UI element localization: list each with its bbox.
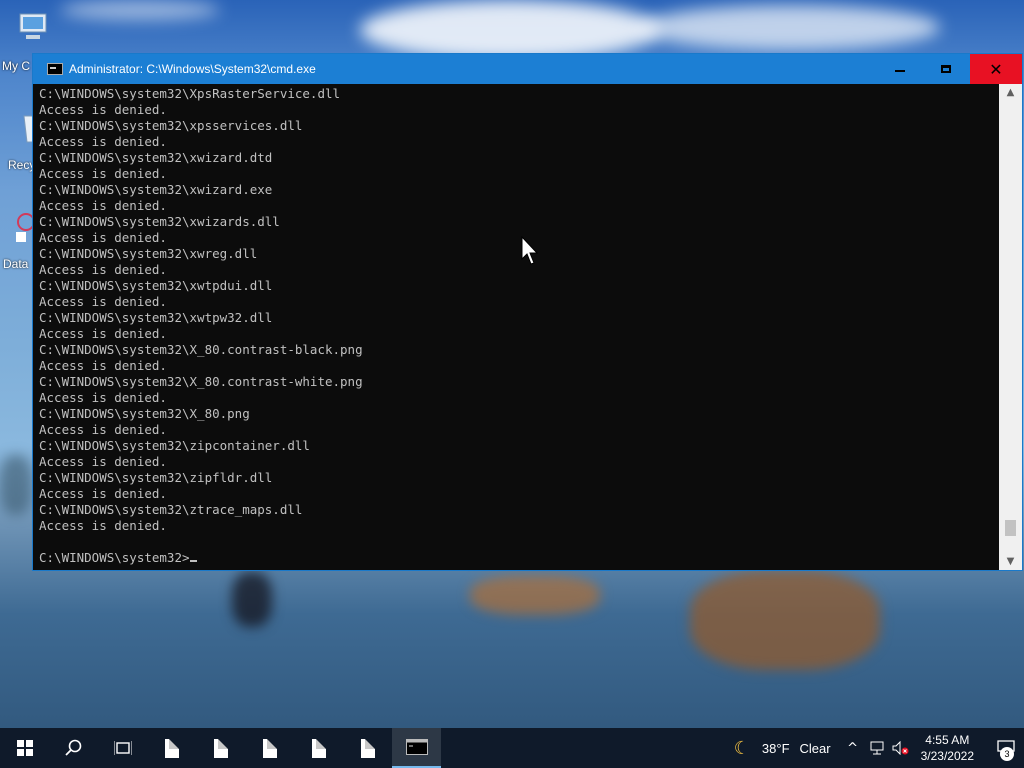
console-line: Access is denied. (39, 294, 167, 309)
console-output[interactable]: C:\WINDOWS\system32\XpsRasterService.dll… (33, 84, 999, 570)
console-line: Access is denied. (39, 486, 167, 501)
windows-start-icon (16, 740, 33, 756)
task-view-button[interactable] (98, 728, 147, 768)
desktop-icon-my-computer[interactable] (14, 10, 54, 50)
weather-condition: Clear (799, 740, 831, 756)
taskbar-file-4[interactable] (294, 728, 343, 768)
file-icon (311, 738, 326, 758)
network-button[interactable] (865, 741, 889, 755)
moon-icon: ☾ (733, 737, 750, 759)
window-titlebar[interactable]: Administrator: C:\Windows\System32\cmd.e… (33, 54, 1022, 84)
taskbar-file-1[interactable] (147, 728, 196, 768)
maximize-icon (941, 65, 951, 73)
taskbar-cmd[interactable] (392, 728, 441, 768)
console-line: Access is denied. (39, 166, 167, 181)
close-button[interactable]: ✕ (970, 54, 1022, 84)
window-title: Administrator: C:\Windows\System32\cmd.e… (69, 62, 316, 76)
console-line: Access is denied. (39, 390, 167, 405)
clock-time: 4:55 AM (925, 733, 970, 747)
chevron-down-icon: ▼ (1006, 556, 1015, 567)
chevron-up-icon: ▲ (1006, 87, 1015, 98)
console-line: C:\WINDOWS\system32\zipcontainer.dll (39, 438, 310, 453)
console-line: Access is denied. (39, 102, 167, 117)
search-button[interactable] (49, 728, 98, 768)
console-line: Access is denied. (39, 134, 167, 149)
show-hidden-icons-button[interactable]: ^ (841, 741, 865, 756)
scroll-up-button[interactable]: ▲ (999, 84, 1022, 101)
cmd-window[interactable]: Administrator: C:\Windows\System32\cmd.e… (32, 53, 1023, 571)
file-icon (360, 738, 375, 758)
file-icon (213, 738, 228, 758)
cmd-icon (405, 739, 428, 755)
console-prompt-line[interactable]: C:\WINDOWS\system32> (39, 550, 999, 566)
start-button[interactable] (0, 728, 49, 768)
console-line: Access is denied. (39, 262, 167, 277)
maximize-button[interactable] (923, 54, 969, 84)
console-line: C:\WINDOWS\system32\ztrace_maps.dll (39, 502, 303, 517)
console-line: Access is denied. (39, 230, 167, 245)
console-line: C:\WINDOWS\system32\XpsRasterService.dll (39, 86, 341, 101)
console-line: Access is denied. (39, 326, 167, 341)
mouse-pointer-icon (521, 236, 539, 265)
scroll-thumb[interactable] (1005, 520, 1016, 536)
console-line: C:\WINDOWS\system32\X_80.png (39, 406, 250, 421)
close-icon: ✕ (989, 59, 1003, 79)
minimize-icon (895, 70, 905, 72)
weather-temperature: 38°F (761, 740, 790, 756)
taskbar: ☾ 38°F Clear ^ 4:55 AM 3/23/2022 3 (0, 728, 1024, 768)
console-line: C:\WINDOWS\system32\xwreg.dll (39, 246, 258, 261)
taskbar-file-5[interactable] (343, 728, 392, 768)
console-line: Access is denied. (39, 422, 167, 437)
vertical-scrollbar[interactable]: ▲ ▼ (999, 84, 1022, 570)
taskbar-file-3[interactable] (245, 728, 294, 768)
console-line: Access is denied. (39, 518, 167, 533)
system-tray: ☾ 38°F Clear ^ 4:55 AM 3/23/2022 3 (734, 728, 1024, 768)
chevron-up-icon: ^ (847, 740, 859, 756)
console-line: Access is denied. (39, 198, 167, 213)
console-line: C:\WINDOWS\system32\xwizards.dll (39, 214, 280, 229)
console-line: Access is denied. (39, 454, 167, 469)
notification-count-badge: 3 (1000, 747, 1014, 761)
console-line: C:\WINDOWS\system32\xwizard.exe (39, 182, 273, 197)
volume-button[interactable] (889, 741, 913, 755)
console-line: C:\WINDOWS\system32\xwtpdui.dll (39, 278, 273, 293)
console-line: C:\WINDOWS\system32\xwizard.dtd (39, 150, 273, 165)
console-line: C:\WINDOWS\system32\X_80.contrast-black.… (39, 342, 363, 357)
computer-icon (19, 13, 47, 39)
console-line: C:\WINDOWS\system32\xwtpw32.dll (39, 310, 273, 325)
console-line: C:\WINDOWS\system32\zipfldr.dll (39, 470, 273, 485)
volume-muted-icon (892, 741, 909, 755)
clock-date: 3/23/2022 (920, 749, 974, 763)
action-center-button[interactable]: 3 (988, 728, 1024, 768)
minimize-button[interactable] (877, 54, 923, 84)
console-line: C:\WINDOWS\system32\xpsservices.dll (39, 118, 303, 133)
weather-widget[interactable]: ☾ 38°F Clear (734, 738, 831, 759)
taskbar-file-2[interactable] (196, 728, 245, 768)
file-icon (262, 738, 277, 758)
console-prompt: C:\WINDOWS\system32> (39, 550, 190, 565)
network-icon (870, 741, 884, 755)
cmd-app-icon[interactable] (47, 63, 63, 75)
console-line: C:\WINDOWS\system32\X_80.contrast-white.… (39, 374, 363, 389)
file-icon (164, 738, 179, 758)
task-view-icon (113, 741, 132, 755)
taskbar-clock[interactable]: 4:55 AM 3/23/2022 (921, 732, 974, 764)
scroll-down-button[interactable]: ▼ (999, 553, 1022, 570)
search-icon (64, 739, 81, 756)
console-line: Access is denied. (39, 358, 167, 373)
text-cursor (189, 560, 197, 562)
